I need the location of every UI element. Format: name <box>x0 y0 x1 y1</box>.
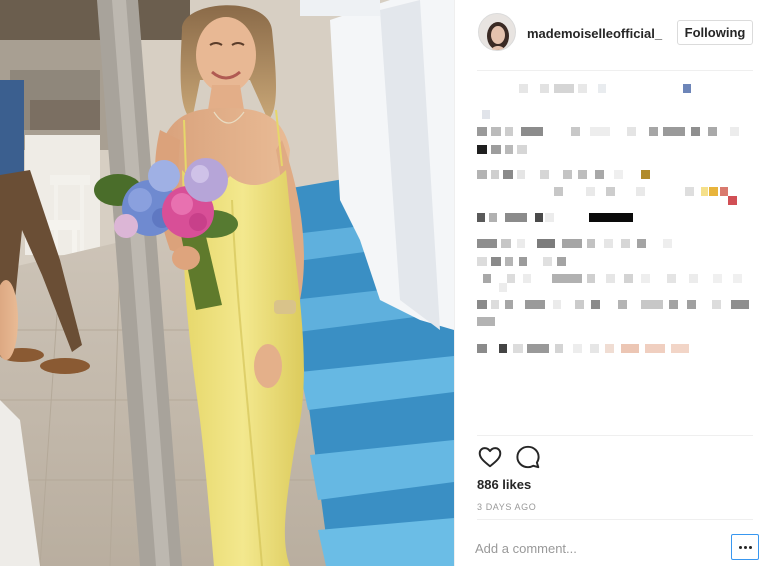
post-side-panel: mademoiselleofficial_ Following 886 like… <box>454 0 770 566</box>
speech-bubble-icon[interactable] <box>515 444 541 470</box>
heart-outline-icon[interactable] <box>477 444 503 470</box>
comment-input[interactable] <box>475 538 715 558</box>
more-options-button[interactable] <box>731 534 759 560</box>
username-link[interactable]: mademoiselleofficial_ <box>527 26 662 41</box>
following-button[interactable]: Following <box>677 20 753 45</box>
post-view: mademoiselleofficial_ Following 886 like… <box>0 0 770 566</box>
post-date[interactable]: 3 DAYS AGO <box>477 502 536 512</box>
pixelated-caption <box>477 78 757 358</box>
ellipsis-icon <box>738 545 742 549</box>
likes-count[interactable]: 886 likes <box>477 477 531 492</box>
comment-divider <box>477 519 753 520</box>
comment-button <box>516 445 540 469</box>
header-divider <box>477 70 753 71</box>
avatar[interactable] <box>478 13 516 51</box>
post-header: mademoiselleofficial_ Following <box>455 0 770 70</box>
caption-divider <box>477 435 753 436</box>
post-photo[interactable] <box>0 0 454 566</box>
avatar-image <box>479 14 515 50</box>
like-button <box>478 447 502 468</box>
post-image <box>0 0 454 566</box>
